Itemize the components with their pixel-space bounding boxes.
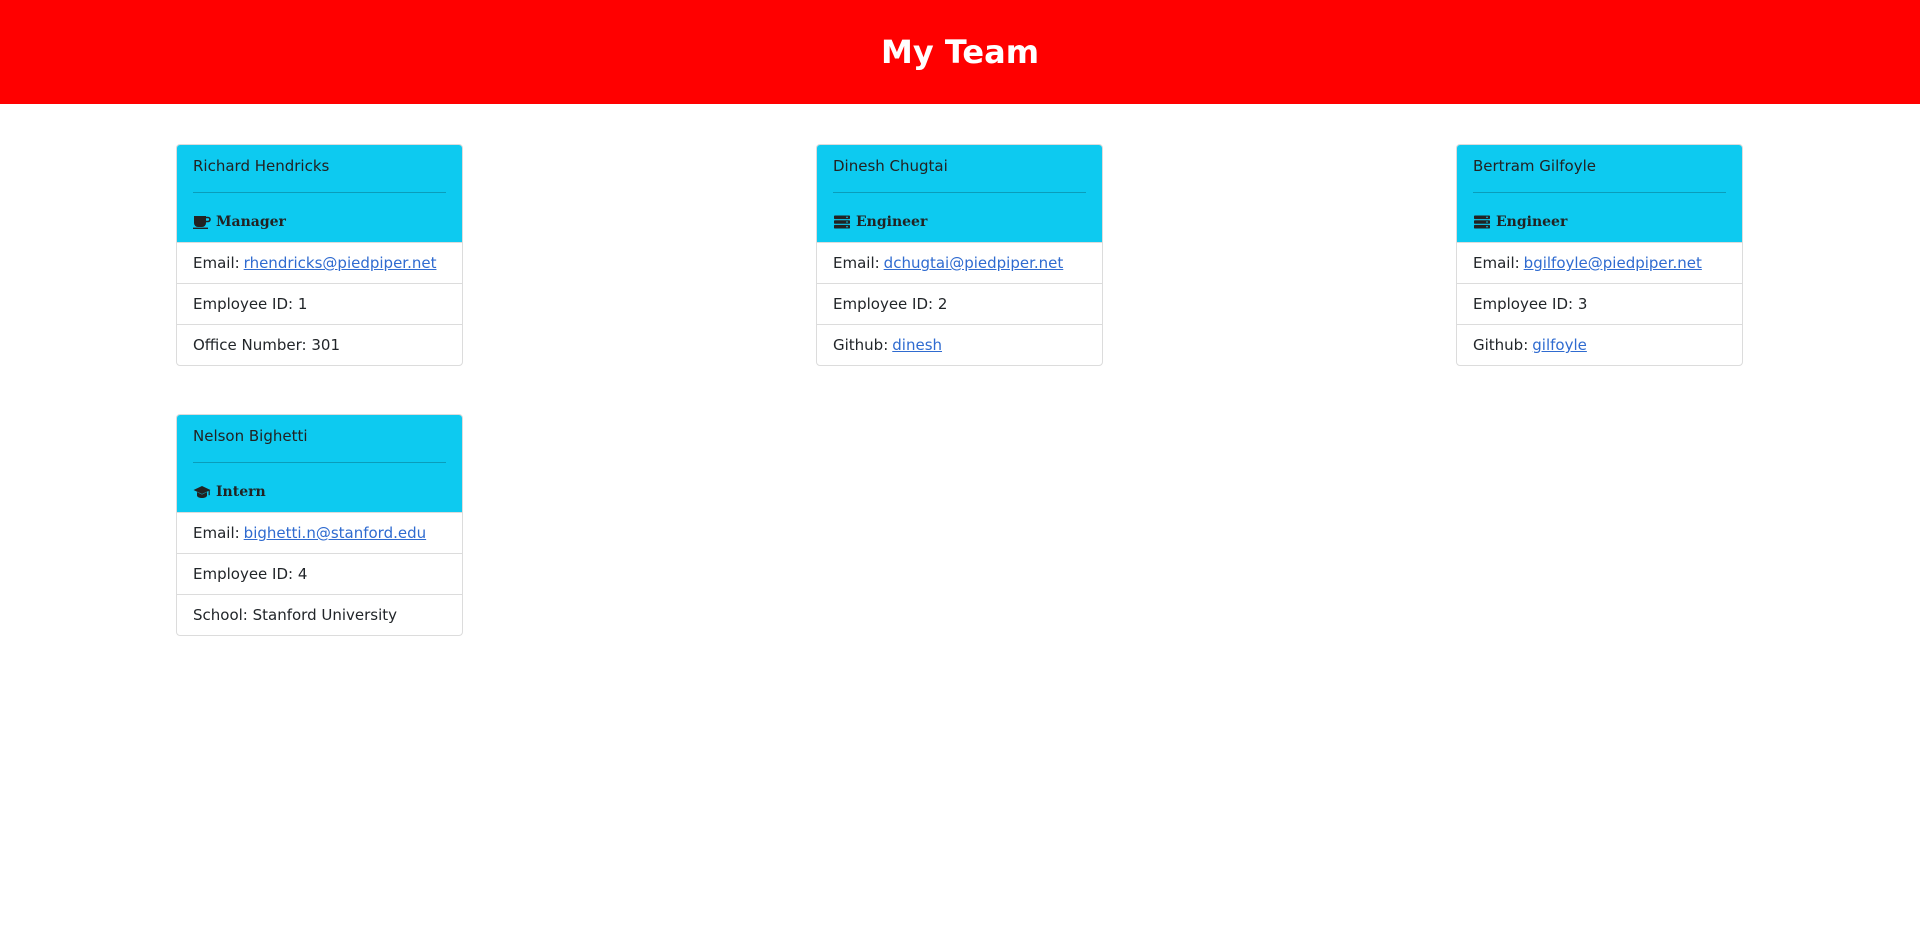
employee-id: Employee ID: 3 bbox=[1473, 295, 1588, 313]
card-divider bbox=[833, 192, 1086, 193]
email-label: Email: bbox=[193, 254, 240, 272]
employee-role-label: Engineer bbox=[1496, 214, 1568, 230]
github-row: Github: gilfoyle bbox=[1457, 324, 1742, 365]
github-link[interactable]: gilfoyle bbox=[1532, 336, 1587, 354]
github-row: Github: dinesh bbox=[817, 324, 1102, 365]
employee-id: Employee ID: 2 bbox=[833, 295, 948, 313]
email-label: Email: bbox=[1473, 254, 1520, 272]
employee-card-engineer-2: Bertram Gilfoyle Engineer Email: bgilfoy… bbox=[1456, 144, 1743, 366]
employee-role: Engineer bbox=[833, 214, 927, 230]
email-link[interactable]: dchugtai@piedpiper.net bbox=[884, 254, 1064, 272]
email-row: Email: rhendricks@piedpiper.net bbox=[177, 242, 462, 283]
employee-card-manager: Richard Hendricks Manager Email: rhendri… bbox=[176, 144, 463, 366]
github-label: Github: bbox=[833, 336, 889, 354]
page-header: My Team bbox=[0, 0, 1920, 104]
card-header: Richard Hendricks Manager bbox=[177, 145, 462, 242]
card-header: Dinesh Chugtai Engineer bbox=[817, 145, 1102, 242]
email-row: Email: bgilfoyle@piedpiper.net bbox=[1457, 242, 1742, 283]
employee-role: Manager bbox=[193, 214, 286, 230]
server-icon bbox=[1474, 215, 1490, 229]
email-row: Email: bighetti.n@stanford.edu bbox=[177, 512, 462, 553]
employee-name: Bertram Gilfoyle bbox=[1473, 157, 1596, 175]
page-title: My Team bbox=[880, 33, 1040, 71]
email-link[interactable]: bighetti.n@stanford.edu bbox=[244, 524, 426, 542]
email-link[interactable]: rhendricks@piedpiper.net bbox=[244, 254, 437, 272]
card-divider bbox=[193, 462, 446, 463]
employee-id: Employee ID: 4 bbox=[193, 565, 308, 583]
employee-name: Nelson Bighetti bbox=[193, 427, 308, 445]
employee-name: Richard Hendricks bbox=[193, 157, 330, 175]
employee-card-intern: Nelson Bighetti Intern Email: bighetti.n… bbox=[176, 414, 463, 636]
office-number-row: Office Number: 301 bbox=[177, 324, 462, 365]
employee-role-label: Engineer bbox=[856, 214, 928, 230]
employee-id-row: Employee ID: 4 bbox=[177, 553, 462, 594]
github-link[interactable]: dinesh bbox=[892, 336, 942, 354]
email-link[interactable]: bgilfoyle@piedpiper.net bbox=[1524, 254, 1702, 272]
graduation-cap-icon bbox=[193, 486, 211, 498]
coffee-icon bbox=[193, 216, 211, 229]
email-label: Email: bbox=[193, 524, 240, 542]
employee-role-label: Manager bbox=[216, 214, 286, 230]
github-label: Github: bbox=[1473, 336, 1529, 354]
school-row: School: Stanford University bbox=[177, 594, 462, 635]
card-header: Nelson Bighetti Intern bbox=[177, 415, 462, 512]
card-divider bbox=[193, 192, 446, 193]
server-icon bbox=[834, 215, 850, 229]
card-header: Bertram Gilfoyle Engineer bbox=[1457, 145, 1742, 242]
employee-card-engineer-1: Dinesh Chugtai Engineer Email: dchugtai@… bbox=[816, 144, 1103, 366]
email-row: Email: dchugtai@piedpiper.net bbox=[817, 242, 1102, 283]
employee-name: Dinesh Chugtai bbox=[833, 157, 948, 175]
school: School: Stanford University bbox=[193, 606, 398, 624]
employee-role: Intern bbox=[193, 484, 266, 500]
employee-role-label: Intern bbox=[216, 484, 266, 500]
employee-id-row: Employee ID: 2 bbox=[817, 283, 1102, 324]
employee-role: Engineer bbox=[1473, 214, 1567, 230]
employee-id: Employee ID: 1 bbox=[193, 295, 308, 313]
office-number: Office Number: 301 bbox=[193, 336, 340, 354]
employee-id-row: Employee ID: 1 bbox=[177, 283, 462, 324]
card-divider bbox=[1473, 192, 1726, 193]
email-label: Email: bbox=[833, 254, 880, 272]
employee-id-row: Employee ID: 3 bbox=[1457, 283, 1742, 324]
